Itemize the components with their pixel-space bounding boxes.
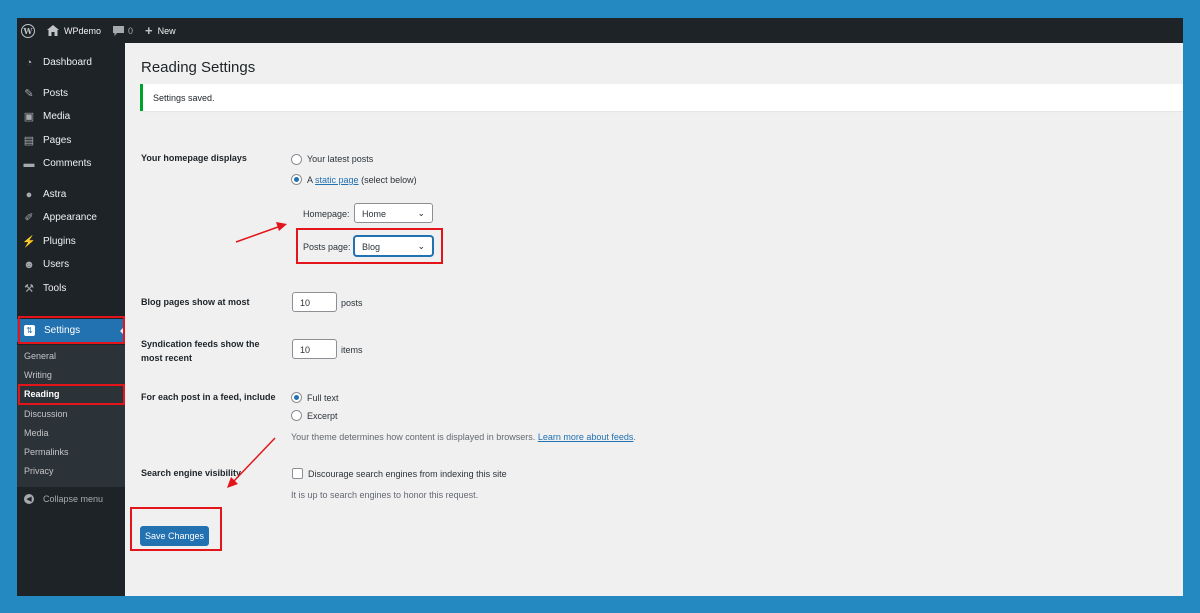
annotation-arrows [227,222,287,488]
arrow-to-save-button [227,437,276,488]
arrow-to-posts-page [235,222,287,243]
